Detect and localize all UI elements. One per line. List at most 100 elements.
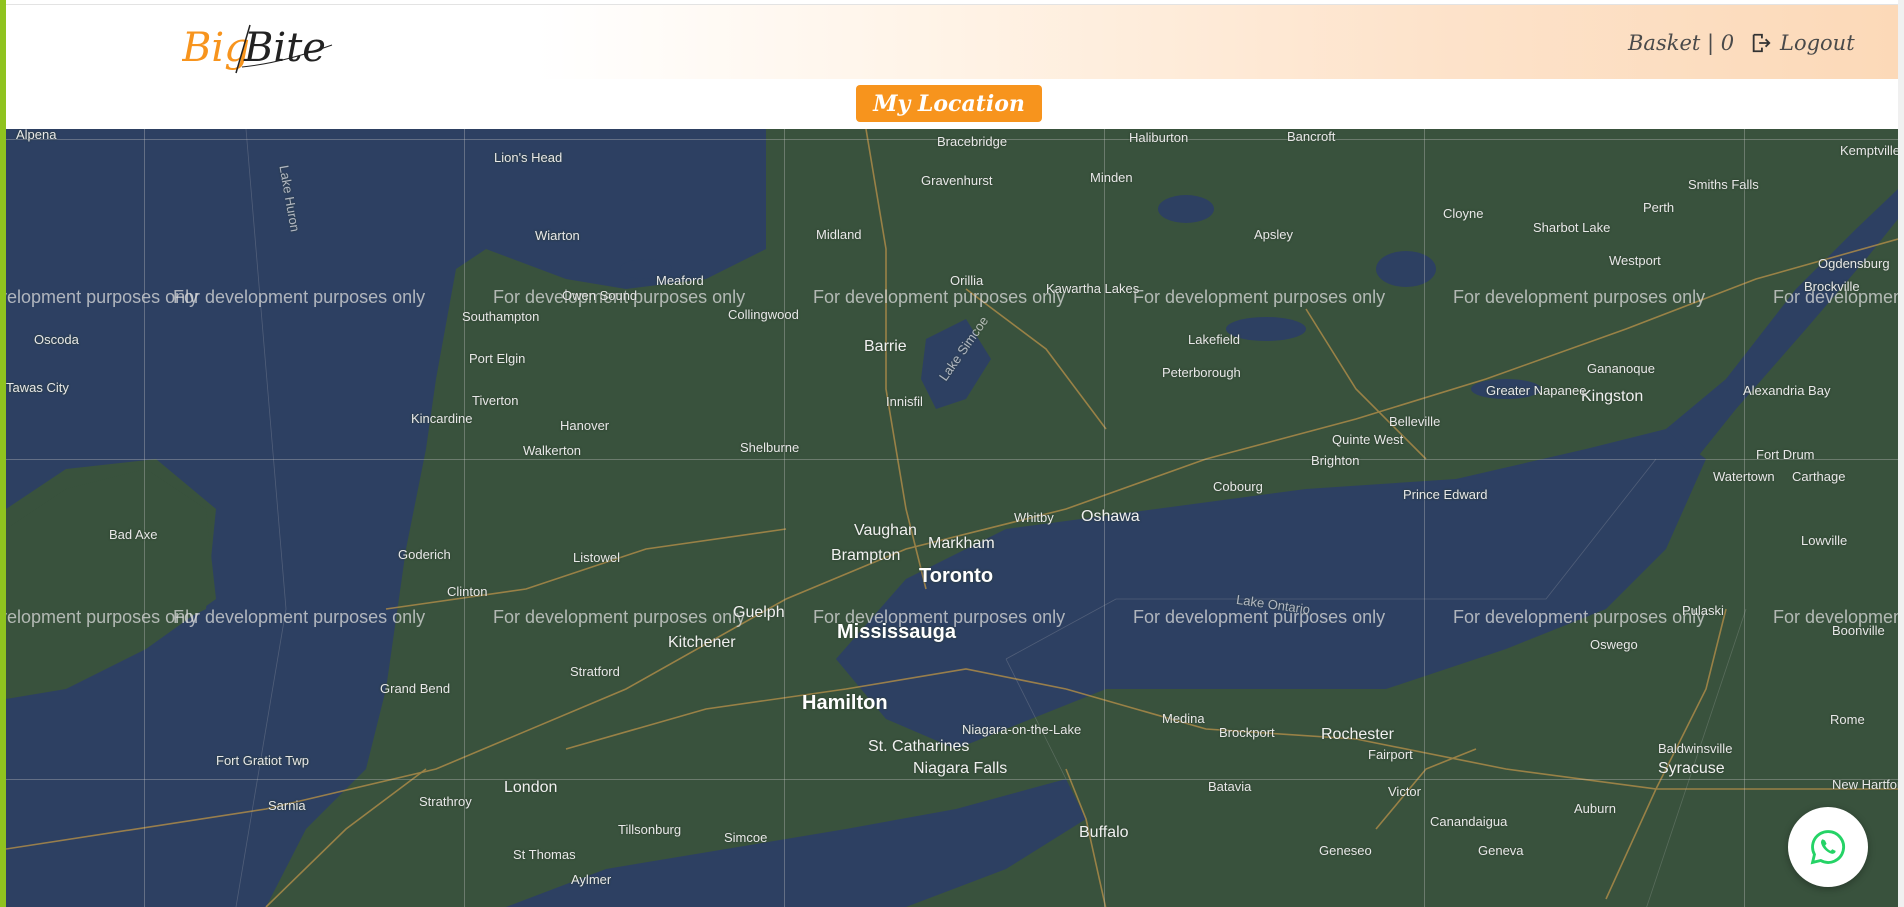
map-view[interactable]: For development purposes only For develo… — [6, 129, 1898, 907]
map-label: Haliburton — [1129, 130, 1189, 145]
map-label: Oswego — [1590, 637, 1638, 652]
map-label: Auburn — [1574, 801, 1616, 816]
grid-line — [144, 129, 145, 907]
map-label: Hanover — [560, 418, 610, 433]
map-label: Sarnia — [268, 798, 306, 813]
dev-watermark: For development purposes only — [1133, 287, 1386, 307]
map-label: St Thomas — [513, 847, 576, 862]
map-label: Brampton — [831, 547, 901, 564]
map-label: Kitchener — [668, 634, 736, 651]
map-label: Owen Sound — [562, 288, 638, 303]
map-label: Victor — [1388, 784, 1421, 799]
map-label: Tawas City — [6, 380, 69, 395]
map-label: Sharbot Lake — [1533, 220, 1611, 235]
map-label: Perth — [1643, 200, 1675, 215]
map-label: Fairport — [1368, 747, 1413, 762]
scrollbar[interactable] — [1898, 0, 1904, 907]
map-label: Pulaski — [1682, 603, 1724, 618]
map-label: Markham — [928, 535, 995, 552]
my-location-button[interactable]: My Location — [856, 85, 1042, 122]
map-label: Rochester — [1321, 726, 1394, 743]
map-label: Orillia — [950, 273, 984, 288]
map-label: Barrie — [864, 338, 907, 355]
dev-watermark: For development purposes only — [6, 287, 199, 307]
map-label: Kincardine — [411, 411, 473, 426]
map-label: Midland — [816, 227, 862, 242]
map-label: Vaughan — [854, 522, 917, 539]
bigbite-logo[interactable]: Big Bite — [182, 17, 342, 77]
dev-watermark: For development purposes only — [1453, 607, 1706, 627]
map-label: Oscoda — [34, 332, 79, 347]
map-label: Cobourg — [1213, 479, 1263, 494]
logout-icon — [1752, 33, 1771, 53]
map-label: Gananoque — [1587, 361, 1655, 376]
logout-label: Logout — [1780, 31, 1855, 55]
map-label: Bracebridge — [937, 134, 1008, 149]
map-label: Medina — [1162, 711, 1205, 726]
map-label: Boonville — [1832, 623, 1885, 638]
map-label: Batavia — [1208, 779, 1252, 794]
map-label: Geneva — [1478, 843, 1524, 858]
map-label: Mississauga — [837, 621, 956, 643]
map-label: Lakefield — [1188, 332, 1241, 347]
map-label: Alpena — [16, 129, 57, 142]
map-label: Walkerton — [523, 443, 582, 458]
grid-line — [1424, 129, 1425, 907]
map-label: Gravenhurst — [921, 173, 993, 188]
map-label: Rome — [1830, 712, 1865, 727]
map-label: Grand Bend — [380, 681, 451, 696]
map-label: Meaford — [656, 273, 704, 288]
map-label: Greater Napanee — [1486, 383, 1587, 398]
map-label: Bad Axe — [109, 527, 158, 542]
map-dim-overlay — [6, 129, 1898, 907]
map-label: Hamilton — [802, 692, 888, 714]
dev-watermark: For development purposes only — [6, 607, 199, 627]
map-label: St. Catharines — [868, 738, 970, 755]
map-label: Aylmer — [571, 872, 612, 887]
grid-line — [1744, 129, 1745, 907]
map-label: Simcoe — [724, 830, 768, 845]
map-label: Southampton — [462, 309, 540, 324]
basket-link[interactable]: Basket | 0 — [1628, 31, 1734, 55]
map-label: Whitby — [1014, 510, 1054, 525]
map-label: Fort Gratiot Twp — [216, 753, 309, 768]
whatsapp-icon — [1810, 830, 1846, 865]
map-label: Tillsonburg — [618, 822, 682, 837]
map-label: Westport — [1609, 253, 1661, 268]
map-label: London — [504, 779, 558, 796]
map-label: Prince Edward — [1403, 487, 1488, 502]
map-label: Peterborough — [1162, 365, 1241, 380]
map-label: Oshawa — [1081, 508, 1140, 525]
map-label: Lion's Head — [494, 150, 563, 165]
map-label: Tiverton — [472, 393, 519, 408]
map-label: New Hartford — [1832, 777, 1898, 792]
map-label: Apsley — [1254, 227, 1294, 242]
map-label: Toronto — [919, 565, 994, 587]
map-label: Brighton — [1311, 453, 1360, 468]
map-label: Goderich — [398, 547, 451, 562]
map-label: Kawartha Lakes — [1046, 281, 1140, 296]
grid-line — [6, 459, 1898, 460]
dev-watermark: For development purposes only — [173, 287, 426, 307]
map-label: Niagara Falls — [913, 760, 1008, 777]
map-label: Port Elgin — [469, 351, 526, 366]
logo-bite: Bite — [243, 25, 326, 71]
dev-watermark: For development purposes only — [1453, 287, 1706, 307]
map-label: Clinton — [447, 584, 488, 599]
dev-watermark: For development purposes only — [173, 607, 426, 627]
map-label: Syracuse — [1658, 760, 1725, 777]
logo-big: Big — [182, 25, 250, 71]
logout-link[interactable]: Logout — [1750, 31, 1855, 55]
map-label: Buffalo — [1079, 824, 1129, 841]
map-label: Shelburne — [740, 440, 800, 455]
map-label: Lowville — [1801, 533, 1848, 548]
whatsapp-button[interactable] — [1788, 807, 1868, 887]
map-label: Wiarton — [535, 228, 580, 243]
map-label: Geneseo — [1319, 843, 1372, 858]
map-label: Kemptville — [1840, 143, 1898, 158]
map-label: Baldwinsville — [1658, 741, 1733, 756]
site-header: Big Bite Basket | 0 Logout — [6, 5, 1898, 79]
grid-line — [464, 129, 465, 907]
map-label: Niagara-on-the-Lake — [962, 722, 1082, 737]
dev-watermark: For development purposes only — [493, 607, 746, 627]
